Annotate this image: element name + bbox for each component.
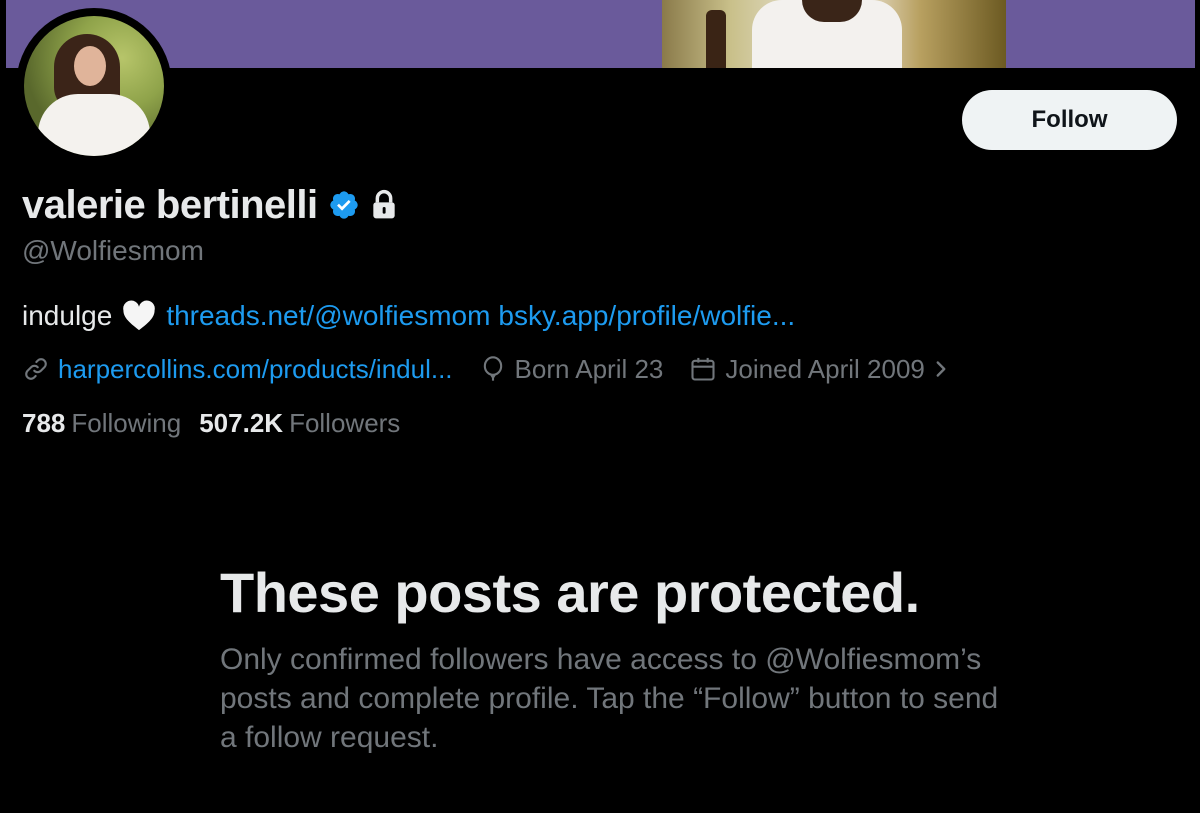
avatar-photo [24,16,164,156]
banner-photo [662,0,1006,68]
profile-meta: harpercollins.com/products/indul... Born… [22,352,977,386]
avatar-body [38,94,150,156]
joined-text: Joined April 2009 [725,353,925,384]
follow-button[interactable]: Follow [962,90,1177,150]
profile-stats: 788 Following 507.2K Followers [22,408,418,439]
website-item[interactable]: harpercollins.com/products/indul... [22,354,453,385]
banner-bottle [706,10,726,68]
banner-edge [1195,0,1200,68]
screen-edge [0,0,6,813]
avatar-face [74,46,106,86]
website-link[interactable]: harpercollins.com/products/indul... [58,354,453,385]
bio-link-bsky[interactable]: bsky.app/profile/wolfie... [498,300,795,332]
name-row: valerie bertinelli [22,180,398,230]
bio-link-threads[interactable]: threads.net/@wolfiesmom [166,300,490,332]
link-icon [22,355,50,383]
white-heart-icon [122,300,156,332]
verified-badge-icon[interactable] [328,189,360,221]
birthday-item: Born April 23 [479,353,664,385]
display-name: valerie bertinelli [22,182,318,227]
following-stat[interactable]: 788 Following [22,408,181,439]
profile-banner[interactable] [0,0,1200,68]
followers-count: 507.2K [199,408,284,438]
chevron-right-icon[interactable] [931,356,951,382]
birthday-text: Born April 23 [514,353,664,384]
followers-stat[interactable]: 507.2K Followers [199,408,400,439]
protected-body: Only confirmed followers have access to … [220,643,999,754]
protected-title: These posts are protected. [220,561,920,624]
following-count: 788 [22,408,66,438]
followers-label: Followers [289,408,401,438]
following-label: Following [71,408,182,438]
bio-text: indulge [22,300,113,331]
avatar[interactable] [16,8,172,164]
lock-icon [370,189,398,221]
joined-item[interactable]: Joined April 2009 [689,354,950,385]
handle: @Wolfiesmom [22,235,204,266]
calendar-icon [689,355,717,383]
balloon-icon [479,355,507,383]
bio: indulge threads.net/@wolfiesmom bsky.app… [22,300,795,332]
